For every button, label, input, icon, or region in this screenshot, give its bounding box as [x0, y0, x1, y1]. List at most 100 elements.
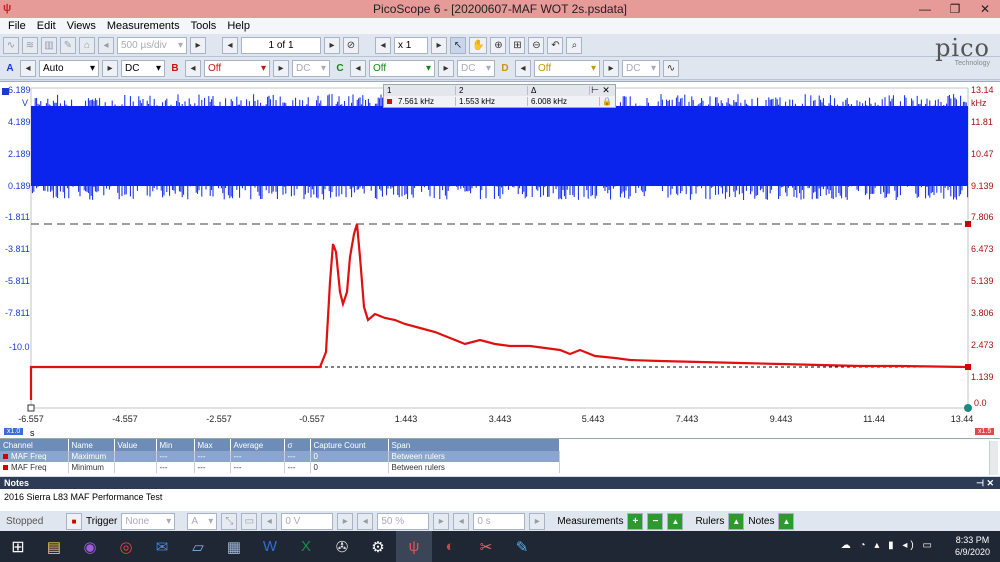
channel-a-range-right[interactable]: ▸	[102, 59, 118, 77]
stop-icon[interactable]: ■	[66, 512, 82, 530]
page-next-button[interactable]: ▸	[324, 36, 340, 54]
add-measurement-button[interactable]: +	[627, 512, 644, 530]
windows-start-icon[interactable]: ⊞	[0, 531, 36, 562]
ruler-legend[interactable]: 1 2 Δ ⊢ ✕ 7.561 kHz 1.553 kHz 6.008 kHz …	[383, 84, 616, 108]
zoom-field[interactable]: x 1	[394, 36, 428, 54]
taskbar-clock[interactable]: 8:33 PM 6/9/2020	[955, 534, 990, 558]
engine-app-icon[interactable]: ⚙	[360, 531, 396, 562]
snipping-tool-icon[interactable]: ✂	[468, 531, 504, 562]
zoom-in-icon[interactable]: ⊕	[490, 36, 507, 54]
zoom-out-icon[interactable]: ⊖	[528, 36, 545, 54]
menu-views[interactable]: Views	[67, 20, 96, 32]
notes-button[interactable]: ▲	[778, 512, 795, 530]
channel-d-range-right[interactable]: ▸	[603, 59, 619, 77]
channel-c-range[interactable]: Off ▾	[369, 59, 435, 77]
close-button[interactable]: ✕	[970, 0, 1000, 18]
zoom-right-button[interactable]: ▸	[431, 36, 447, 54]
pretrigger-left-button[interactable]: ◂	[357, 512, 374, 530]
channel-c-range-left[interactable]: ◂	[350, 59, 366, 77]
close-icon[interactable]: ✕	[600, 85, 612, 96]
scan-tool-icon[interactable]: ✇	[324, 531, 360, 562]
measurements-table[interactable]: Channel Name Value Min Max Average σ Cap…	[0, 438, 1000, 476]
channel-a-coupling[interactable]: DC ▾	[121, 59, 165, 77]
channel-b-coupling[interactable]: DC ▾	[292, 59, 330, 77]
menu-file[interactable]: File	[8, 20, 26, 32]
pretrigger-right-button[interactable]: ▸	[433, 512, 450, 530]
probe-icon[interactable]: ✎	[60, 36, 76, 54]
mail-icon[interactable]: ✉	[144, 531, 180, 562]
waveform-canvas[interactable]	[0, 82, 1000, 439]
edit-measurement-button[interactable]: ▲	[667, 512, 684, 530]
trigger-edge-icon[interactable]: ⤡	[221, 512, 238, 530]
zoom-overview-icon[interactable]: ⌕	[566, 36, 583, 54]
word-icon[interactable]: W	[252, 531, 288, 562]
zoom-undo-icon[interactable]: ↶	[547, 36, 564, 54]
math-channels-icon[interactable]: ∿	[663, 59, 679, 77]
column-header[interactable]: Capture Count	[310, 439, 389, 451]
restore-button[interactable]: ❐	[940, 0, 970, 18]
column-header[interactable]: Name	[68, 439, 115, 451]
measurements-scrollbar[interactable]	[989, 441, 998, 475]
calculator-icon[interactable]: ▦	[216, 531, 252, 562]
channel-c-coupling[interactable]: DC ▾	[457, 59, 495, 77]
channel-b-range-right[interactable]: ▸	[273, 59, 289, 77]
trigger-settings-icon[interactable]: ▭	[241, 512, 258, 530]
level-left-button[interactable]: ◂	[261, 512, 278, 530]
channel-d-coupling[interactable]: DC ▾	[622, 59, 660, 77]
channel-a-label[interactable]: A	[3, 60, 17, 77]
notes-close-icon[interactable]: ⊣ ✕	[976, 478, 1000, 489]
scope-view[interactable]: 6.189 V 4.189 2.189 0.189 -1.811 -3.811 …	[0, 81, 1000, 439]
zoom-area-icon[interactable]: ⊞	[509, 36, 526, 54]
zoom-left-button[interactable]: ◂	[375, 36, 391, 54]
media-app-icon[interactable]: ◐	[432, 531, 468, 562]
column-header[interactable]: Max	[194, 439, 231, 451]
channel-d-label[interactable]: D	[498, 60, 512, 77]
menu-tools[interactable]: Tools	[191, 20, 217, 32]
timebase-left-button[interactable]: ◂	[98, 36, 114, 54]
channel-c-label[interactable]: C	[333, 60, 347, 77]
spectrum-mode-icon[interactable]: ▥	[41, 36, 57, 54]
scope-mode-icon[interactable]: ∿	[3, 36, 19, 54]
notepad-icon[interactable]: ▱	[180, 531, 216, 562]
custom-probe-icon[interactable]: ⌂	[79, 36, 95, 54]
picoscope-taskbar-icon[interactable]: ψ	[396, 531, 432, 562]
timebase-right-button[interactable]: ▸	[190, 36, 206, 54]
channel-a-range[interactable]: Auto ▾	[39, 59, 99, 77]
channel-d-range-left[interactable]: ◂	[515, 59, 531, 77]
persistence-mode-icon[interactable]: ≋	[22, 36, 38, 54]
pointer-tool-icon[interactable]: ↖	[450, 36, 466, 54]
menu-measurements[interactable]: Measurements	[107, 20, 180, 32]
chrome-icon[interactable]: ◎	[108, 531, 144, 562]
channel-b-label[interactable]: B	[168, 60, 182, 77]
left-zoom-badge[interactable]: x1.0	[4, 428, 24, 435]
channel-c-range-right[interactable]: ▸	[438, 59, 454, 77]
delay-field[interactable]: 0 s	[473, 512, 526, 530]
column-header[interactable]: σ	[284, 439, 311, 451]
table-row[interactable]: MAF Freq Minimum --- --- --- --- 0 Betwe…	[0, 462, 560, 473]
trigger-level-field[interactable]: 0 V	[281, 512, 334, 530]
channel-b-range[interactable]: Off ▾	[204, 59, 270, 77]
level-right-button[interactable]: ▸	[337, 512, 354, 530]
right-zoom-badge[interactable]: x1.5	[975, 428, 995, 435]
table-row[interactable]: MAF Freq Maximum --- --- --- --- 0 Betwe…	[0, 451, 560, 462]
column-header[interactable]: Average	[230, 439, 285, 451]
channel-a-range-left[interactable]: ◂	[20, 59, 36, 77]
excel-icon[interactable]: X	[288, 531, 324, 562]
podcast-app-icon[interactable]: ◉	[72, 531, 108, 562]
column-header[interactable]: Channel	[0, 439, 69, 451]
column-header[interactable]: Span	[388, 439, 560, 451]
column-header[interactable]: Min	[156, 439, 195, 451]
page-prev-button[interactable]: ◂	[222, 36, 238, 54]
picoscope-icon[interactable]: ψ	[3, 2, 17, 16]
channel-d-range[interactable]: Off ▾	[534, 59, 600, 77]
menu-help[interactable]: Help	[227, 20, 250, 32]
trigger-mode-select[interactable]: None ▾	[121, 512, 176, 530]
rulers-button[interactable]: ▲	[728, 512, 745, 530]
delay-right-button[interactable]: ▸	[529, 512, 546, 530]
delay-left-button[interactable]: ◂	[453, 512, 470, 530]
menu-edit[interactable]: Edit	[37, 20, 56, 32]
lock-icon[interactable]: 🔒	[600, 97, 612, 106]
system-tray[interactable]: ☁ ◔ ▴ ▮ ◂) ▭	[841, 540, 935, 551]
remove-measurement-button[interactable]: −	[647, 512, 664, 530]
minimize-button[interactable]: —	[910, 0, 940, 18]
